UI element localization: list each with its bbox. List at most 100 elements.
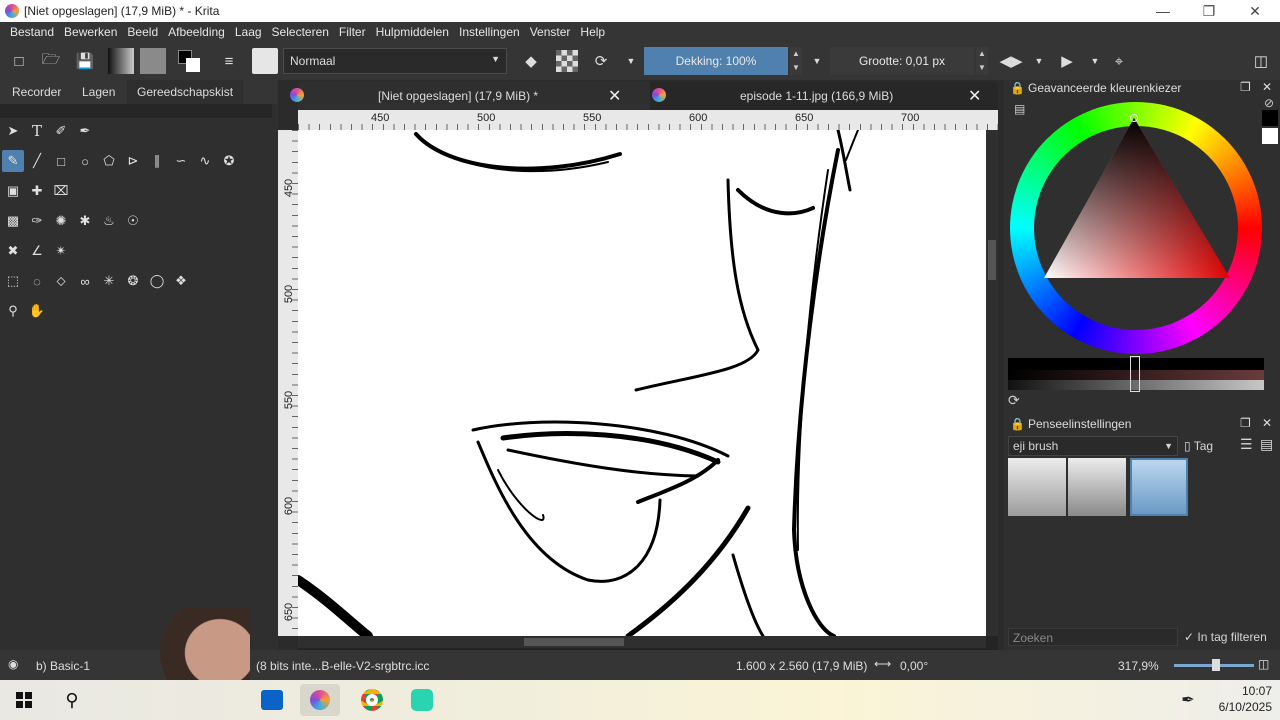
saturation-value-triangle[interactable]: [1044, 118, 1230, 282]
menu-beeld[interactable]: Beeld: [127, 25, 158, 39]
restore-icon[interactable]: ❐: [1186, 0, 1232, 22]
assistant-tool-icon[interactable]: ✖: [2, 240, 24, 262]
mirror-vertical-icon[interactable]: ▶: [1056, 50, 1078, 72]
no-color-icon[interactable]: ⊘: [1264, 96, 1274, 110]
close-tab-icon[interactable]: ✕: [968, 86, 981, 106]
menu-help[interactable]: Help: [580, 25, 605, 39]
save-icon[interactable]: 💾: [74, 50, 96, 72]
freehand-select-icon[interactable]: ∞: [74, 270, 96, 292]
search-icon[interactable]: ⚲: [52, 684, 92, 716]
color-cursor[interactable]: [1130, 114, 1138, 122]
minimize-icon[interactable]: —: [1140, 0, 1186, 22]
dynamic-brush-icon[interactable]: ∿: [194, 150, 216, 172]
chrome-icon[interactable]: [352, 684, 392, 716]
reference-images-icon[interactable]: ✴: [50, 240, 72, 262]
shade-cursor[interactable]: [1130, 356, 1140, 392]
ellipse-select-icon[interactable]: ◌: [26, 270, 48, 292]
crop-tool-icon[interactable]: ⌧: [50, 180, 72, 202]
float-panel-icon[interactable]: ❐: [1240, 80, 1251, 94]
float-panel-icon[interactable]: ❐: [1240, 416, 1251, 430]
lock-icon[interactable]: 🔒: [1010, 417, 1025, 431]
new-document-icon[interactable]: □: [8, 50, 30, 72]
preset-search-input[interactable]: Zoeken: [1008, 628, 1178, 646]
vertical-scrollbar[interactable]: [986, 130, 998, 636]
tab-lagen[interactable]: Lagen: [72, 80, 125, 104]
menu-hulpmiddelen[interactable]: Hulpmiddelen: [376, 25, 449, 39]
brush-preset-icon[interactable]: [252, 48, 278, 74]
tag-button[interactable]: ▯ Tag: [1184, 436, 1213, 456]
brush-preset-thumb-selected[interactable]: [1130, 458, 1188, 516]
drawing-canvas[interactable]: [298, 130, 986, 636]
canvas-tab-inactive[interactable]: episode 1-11.jpg (166,9 MiB) ✕: [650, 82, 998, 110]
menu-laag[interactable]: Laag: [235, 25, 262, 39]
gradient-preset-icon[interactable]: [108, 48, 134, 74]
menu-venster[interactable]: Venster: [530, 25, 571, 39]
wrap-around-icon[interactable]: ⌖: [1108, 50, 1130, 72]
pattern-preset-icon[interactable]: [140, 48, 166, 74]
bezier-tool-icon[interactable]: ∥: [146, 150, 168, 172]
chevron-down-icon[interactable]: ▼: [1028, 50, 1050, 72]
menu-afbeelding[interactable]: Afbeelding: [168, 25, 225, 39]
scrollbar-thumb[interactable]: [524, 638, 624, 646]
menu-filter[interactable]: Filter: [339, 25, 366, 39]
app-icon[interactable]: [402, 684, 442, 716]
pen-icon[interactable]: ✒: [1168, 684, 1208, 716]
lock-icon[interactable]: 🔒: [1010, 81, 1025, 95]
multibrush-icon[interactable]: ✪: [218, 150, 240, 172]
pan-tool-icon[interactable]: ✋: [26, 300, 48, 322]
brush-preset-thumb[interactable]: [1008, 458, 1066, 516]
background-color-icon[interactable]: [186, 58, 200, 72]
menu-instellingen[interactable]: Instellingen: [459, 25, 520, 39]
background-swatch[interactable]: [1262, 128, 1278, 144]
colorize-mask-icon[interactable]: ✺: [50, 210, 72, 232]
clock[interactable]: 10:07 6/10/2025: [1212, 684, 1272, 714]
workspace-icon[interactable]: ◫: [1250, 50, 1272, 72]
vertical-ruler[interactable]: 450 500 550 600 650: [278, 130, 298, 636]
brush-preset-combo[interactable]: eji brush ▼: [1008, 436, 1178, 456]
text-tool-icon[interactable]: T: [26, 120, 48, 142]
rotate-icon[interactable]: ⟷: [874, 657, 891, 671]
gradient-tool-icon[interactable]: ▩: [2, 210, 24, 232]
horizontal-ruler[interactable]: 450 500 550 600 650 700: [298, 110, 998, 130]
menu-selecteren[interactable]: Selecteren: [272, 25, 329, 39]
magnetic-select-icon[interactable]: ❖: [170, 270, 192, 292]
menu-bewerken[interactable]: Bewerken: [64, 25, 117, 39]
tab-recorder[interactable]: Recorder: [2, 80, 71, 104]
eraser-icon[interactable]: ◆: [520, 50, 542, 72]
windows-start-icon[interactable]: [4, 684, 44, 716]
opacity-slider[interactable]: Dekking: 100%: [644, 47, 788, 75]
chevron-down-icon[interactable]: ▼: [1084, 50, 1106, 72]
measure-tool-icon[interactable]: ∠: [26, 240, 48, 262]
foreground-swatch[interactable]: [1262, 110, 1278, 126]
similar-select-icon[interactable]: ❂: [122, 270, 144, 292]
brush-preset-thumb[interactable]: [1068, 458, 1126, 516]
transform-tool-icon[interactable]: ▣: [2, 180, 24, 202]
mirror-horizontal-icon[interactable]: ◀▶: [999, 50, 1022, 72]
refresh-icon[interactable]: ⟳: [1008, 392, 1020, 409]
freehand-path-icon[interactable]: ∽: [170, 150, 192, 172]
polygon-tool-icon[interactable]: ⬠: [98, 150, 120, 172]
line-tool-icon[interactable]: ╱: [26, 150, 48, 172]
smart-patch-icon[interactable]: ✱: [74, 210, 96, 232]
blend-mode-select[interactable]: Normaal ▼: [283, 48, 507, 74]
canvas-tab-active[interactable]: [Niet opgeslagen] (17,9 MiB) * ✕: [290, 82, 650, 110]
close-panel-icon[interactable]: ✕: [1262, 80, 1272, 94]
edit-shapes-icon[interactable]: ✐: [50, 120, 72, 142]
calligraphy-icon[interactable]: ✒: [74, 120, 96, 142]
edit-brush-settings-icon[interactable]: ≡: [218, 50, 240, 72]
menu-lines-icon[interactable]: ☰: [1240, 436, 1253, 453]
fill-tool-icon[interactable]: ♨: [98, 210, 120, 232]
horizontal-scrollbar[interactable]: [298, 636, 986, 648]
menu-bestand[interactable]: Bestand: [10, 25, 54, 39]
alpha-lock-icon[interactable]: [556, 50, 578, 72]
chevron-down-icon[interactable]: ▼: [806, 50, 828, 72]
size-slider[interactable]: Grootte: 0,01 px: [830, 47, 974, 75]
bezier-select-icon[interactable]: ◯: [146, 270, 168, 292]
canvas-only-icon[interactable]: ◫: [1258, 657, 1269, 671]
close-tab-icon[interactable]: ✕: [608, 86, 621, 106]
tab-gereedschapskist[interactable]: Gereedschapskist: [127, 80, 244, 104]
scrollbar-thumb[interactable]: [988, 240, 996, 280]
polygon-select-icon[interactable]: ⬦: [50, 270, 72, 292]
ellipse-tool-icon[interactable]: ○: [74, 150, 96, 172]
zoom-tool-icon[interactable]: ⚲: [2, 300, 24, 322]
